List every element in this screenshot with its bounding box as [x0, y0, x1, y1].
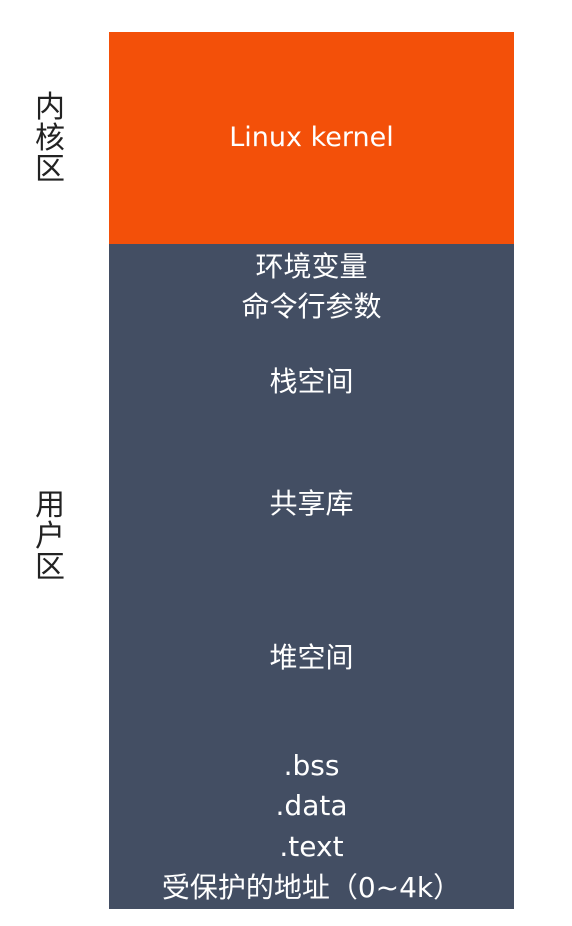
kernel-space-block: Linux kernel	[109, 32, 514, 244]
env-vars-label: 环境变量	[255, 250, 368, 283]
stack-label: 栈空间	[269, 365, 354, 398]
heap-label: 堆空间	[269, 641, 354, 674]
shared-lib-label: 共享库	[269, 487, 354, 520]
text-label: .text	[279, 830, 344, 863]
data-label: .data	[275, 789, 348, 822]
kernel-label: Linux kernel	[229, 122, 394, 153]
user-zone-label: 用 户 区	[35, 488, 65, 585]
cmd-args-label: 命令行参数	[241, 290, 382, 323]
kernel-zone-label: 内 核 区	[35, 90, 65, 187]
protected-address-label: 受保护的地址（0~4k）	[161, 871, 462, 904]
bss-label: .bss	[283, 749, 340, 782]
user-space-block: 环境变量 命令行参数 栈空间 共享库 堆空间 .bss .data .text …	[109, 244, 514, 909]
